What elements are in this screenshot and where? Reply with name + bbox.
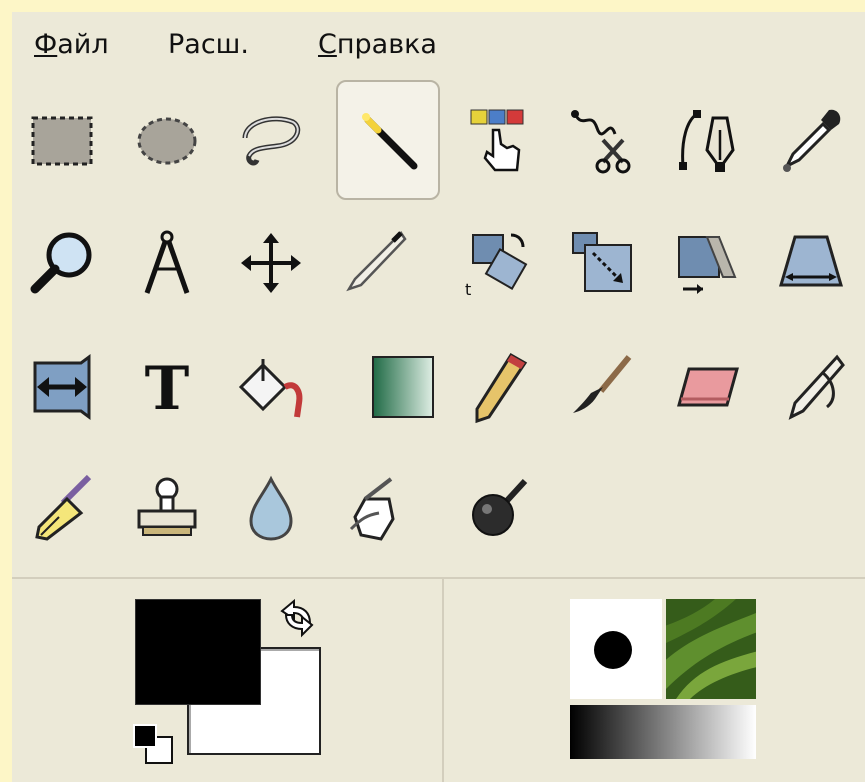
- tool-scissors-select[interactable]: [552, 81, 654, 199]
- eraser-icon: [677, 367, 739, 407]
- blur-icon: [249, 475, 293, 541]
- tool-free-select[interactable]: [220, 81, 322, 199]
- paths-icon: [679, 110, 735, 172]
- brush-pattern-gradient-area: [444, 579, 865, 782]
- scale-icon: [572, 232, 632, 292]
- tool-paintbrush[interactable]: [552, 328, 654, 446]
- crop-icon: [346, 231, 407, 292]
- default-colors-icon[interactable]: [130, 721, 176, 767]
- flip-icon: [33, 354, 91, 420]
- tool-shear[interactable]: [656, 204, 758, 322]
- swap-colors-icon[interactable]: [274, 595, 320, 641]
- zoom-icon: [30, 232, 92, 294]
- perspective-icon: [779, 235, 843, 287]
- rotate-icon: t: [465, 233, 528, 299]
- free-select-icon: [242, 116, 301, 166]
- menubar: Файл Расш. Справка: [12, 12, 865, 78]
- ellipse-select-icon: [137, 117, 197, 165]
- tool-select-by-color[interactable]: [448, 81, 550, 199]
- tool-palette: t T: [12, 78, 865, 578]
- fuzzy-select-icon: [362, 113, 418, 170]
- shear-icon: [678, 236, 737, 294]
- move-icon: [241, 233, 301, 293]
- tool-bucket-fill[interactable]: [220, 328, 322, 446]
- tool-eraser[interactable]: [656, 328, 758, 446]
- airbrush-icon: [788, 354, 845, 420]
- leaf-pattern-image: [666, 599, 756, 699]
- pattern-preview[interactable]: [666, 599, 756, 699]
- gimp-toolbox-window: Файл Расш. Справка t T: [12, 12, 865, 782]
- smudge-icon: [349, 477, 395, 541]
- tool-blur[interactable]: [220, 450, 322, 568]
- svg-text:t: t: [465, 280, 471, 299]
- tool-paths[interactable]: [656, 81, 758, 199]
- tool-scale[interactable]: [552, 204, 654, 322]
- tool-smudge[interactable]: [324, 450, 426, 568]
- tool-blend[interactable]: [352, 328, 454, 446]
- measure-icon: [144, 230, 190, 294]
- clone-icon: [137, 477, 197, 536]
- foreground-color-swatch[interactable]: [135, 599, 261, 705]
- gradient-preview[interactable]: [570, 705, 756, 759]
- svg-text:T: T: [145, 354, 190, 424]
- tool-zoom[interactable]: [12, 204, 114, 322]
- scissors-select-icon: [571, 110, 631, 174]
- paintbrush-icon: [573, 355, 632, 413]
- brush-preview[interactable]: [570, 599, 662, 699]
- color-area: [12, 579, 442, 782]
- tool-perspective[interactable]: [760, 204, 862, 322]
- dodge-burn-icon: [472, 478, 528, 536]
- tool-dodge-burn[interactable]: [448, 450, 550, 568]
- blend-icon: [372, 356, 434, 418]
- ink-icon: [35, 474, 92, 541]
- bucket-fill-icon: [238, 359, 303, 418]
- tool-airbrush[interactable]: [760, 328, 862, 446]
- tool-fuzzy-select[interactable]: [336, 80, 440, 200]
- text-icon: T: [145, 354, 190, 424]
- tool-crop[interactable]: [324, 204, 426, 322]
- menu-help[interactable]: Справка: [318, 28, 437, 62]
- tool-flip[interactable]: [12, 328, 114, 446]
- tool-ellipse-select[interactable]: [116, 81, 218, 199]
- rect-select-icon: [31, 116, 93, 166]
- pencil-icon: [475, 352, 528, 424]
- menu-extensions[interactable]: Расш.: [168, 28, 249, 62]
- brush-circle-shape: [594, 631, 632, 669]
- tool-move[interactable]: [220, 204, 322, 322]
- tool-clone[interactable]: [116, 450, 218, 568]
- menu-file[interactable]: Файл: [34, 28, 109, 62]
- tool-pencil[interactable]: [448, 328, 550, 446]
- tool-text[interactable]: T: [116, 328, 218, 446]
- select-by-color-icon: [470, 109, 524, 172]
- tool-ink[interactable]: [12, 450, 114, 568]
- tool-rotate[interactable]: t: [448, 204, 550, 322]
- tool-rect-select[interactable]: [12, 81, 114, 199]
- tool-measure[interactable]: [116, 204, 218, 322]
- tool-color-picker[interactable]: [760, 81, 862, 199]
- color-picker-icon: [783, 109, 841, 172]
